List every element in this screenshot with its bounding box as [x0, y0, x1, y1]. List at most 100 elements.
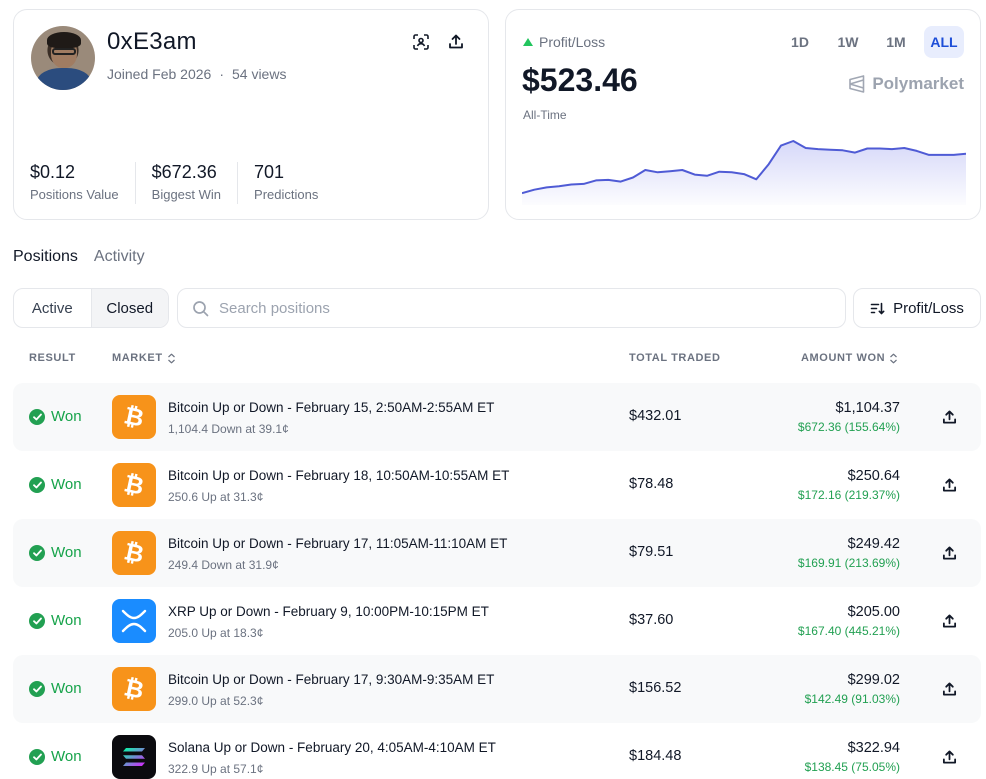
result-label: Won [51, 748, 82, 765]
stat-label: Positions Value [30, 187, 119, 202]
header-amount-won[interactable]: AMOUNT WON [801, 352, 898, 364]
header-market[interactable]: MARKET [112, 352, 176, 364]
bitcoin-icon: ₿ [112, 667, 156, 711]
range-1d[interactable]: 1D [780, 26, 820, 58]
table-row[interactable]: Won ₿ Bitcoin Up or Down - February 15, … [13, 383, 981, 451]
polymarket-logo-icon [849, 75, 865, 93]
profit-percent: $169.91 (213.69%) [797, 556, 900, 570]
username: 0xE3am [107, 28, 197, 55]
market-title[interactable]: Bitcoin Up or Down - February 17, 9:30AM… [168, 672, 494, 687]
share-icon[interactable] [939, 747, 959, 767]
profit-loss-card: Profit/Loss $523.46 All-Time 1D 1W 1M AL… [505, 9, 981, 220]
stat-value: $0.12 [30, 162, 76, 182]
tab-positions[interactable]: Positions [13, 248, 78, 266]
header-total-traded: TOTAL TRADED [629, 352, 721, 364]
amount-won: $322.94 [847, 740, 900, 756]
amount-won: $299.02 [847, 672, 900, 688]
table-row[interactable]: Won Solana Up or Down - February 20, 4:0… [13, 723, 981, 779]
svg-text:₿: ₿ [123, 404, 145, 430]
tab-activity[interactable]: Activity [94, 248, 145, 266]
result-badge: Won [29, 476, 82, 493]
svg-text:₿: ₿ [123, 472, 145, 498]
bitcoin-icon: ₿ [112, 463, 156, 507]
check-circle-icon [29, 544, 45, 561]
header-amount-won-label: AMOUNT WON [801, 352, 886, 364]
range-1w[interactable]: 1W [828, 26, 868, 58]
header-result-label: RESULT [29, 352, 76, 364]
market-title[interactable]: Bitcoin Up or Down - February 18, 10:50A… [168, 468, 509, 483]
profit-percent: $672.36 (155.64%) [797, 420, 900, 434]
share-icon[interactable] [939, 679, 959, 699]
market-position: 1,104.4 Down at 39.1¢ [168, 422, 289, 436]
status-toggle: Active Closed [13, 288, 169, 328]
table-row[interactable]: Won ₿ Bitcoin Up or Down - February 18, … [13, 451, 981, 519]
avatar[interactable] [31, 26, 95, 90]
share-icon[interactable] [939, 611, 959, 631]
result-badge: Won [29, 612, 82, 629]
total-traded: $37.60 [629, 612, 674, 628]
pnl-label: Profit/Loss [539, 34, 606, 50]
market-title[interactable]: Solana Up or Down - February 20, 4:05AM-… [168, 740, 496, 755]
result-badge: Won [29, 544, 82, 561]
share-icon[interactable] [445, 31, 467, 53]
solana-icon [112, 735, 156, 779]
stat-value: 701 [254, 162, 285, 182]
bitcoin-icon: ₿ [112, 531, 156, 575]
market-position: 299.0 Up at 52.3¢ [168, 694, 264, 708]
market-title[interactable]: Bitcoin Up or Down - February 15, 2:50AM… [168, 400, 494, 415]
stat-value: $672.36 [151, 162, 217, 182]
range-selector: 1D 1W 1M ALL [780, 26, 964, 58]
check-circle-icon [29, 680, 45, 697]
brand-name: Polymarket [872, 74, 964, 93]
profile-card: 0xE3am Joined Feb 2026 · 54 views $0.12 Po… [13, 9, 489, 220]
share-icon[interactable] [939, 543, 959, 563]
share-icon[interactable] [939, 407, 959, 427]
table-row[interactable]: Won ₿ Bitcoin Up or Down - February 17, … [13, 655, 981, 723]
pnl-chart [522, 140, 966, 205]
market-title[interactable]: Bitcoin Up or Down - February 17, 11:05A… [168, 536, 507, 551]
profit-percent: $172.16 (219.37%) [797, 488, 900, 502]
filter-active[interactable]: Active [14, 289, 91, 327]
xrp-icon [112, 599, 156, 643]
result-label: Won [51, 544, 82, 561]
profit-percent: $138.45 (75.05%) [804, 760, 900, 774]
amount-won: $1,104.37 [835, 400, 900, 416]
svg-text:₿: ₿ [123, 540, 145, 566]
meta-separator: · [219, 66, 224, 82]
market-position: 250.6 Up at 31.3¢ [168, 490, 264, 504]
market-title[interactable]: XRP Up or Down - February 9, 10:00PM-10:… [168, 604, 489, 619]
content-tabs: Positions Activity [13, 248, 145, 266]
market-position: 322.9 Up at 57.1¢ [168, 762, 264, 776]
stat-predictions: 701 Predictions [254, 162, 334, 204]
range-all[interactable]: ALL [924, 26, 964, 58]
result-label: Won [51, 612, 82, 629]
total-traded: $184.48 [629, 748, 682, 764]
filter-closed[interactable]: Closed [90, 289, 168, 327]
search-input[interactable] [219, 299, 819, 317]
qr-scan-icon[interactable] [410, 31, 432, 53]
table-row[interactable]: Won XRP Up or Down - February 9, 10:00PM… [13, 587, 981, 655]
total-traded: $79.51 [629, 544, 674, 560]
sort-button[interactable]: Profit/Loss [853, 288, 981, 328]
stat-label: Predictions [254, 187, 319, 202]
bitcoin-icon: ₿ [112, 395, 156, 439]
header-result: RESULT [29, 352, 76, 364]
result-badge: Won [29, 408, 82, 425]
header-market-label: MARKET [112, 352, 163, 364]
svg-text:₿: ₿ [123, 676, 145, 702]
result-badge: Won [29, 748, 82, 765]
result-badge: Won [29, 680, 82, 697]
check-circle-icon [29, 748, 45, 765]
table-row[interactable]: Won ₿ Bitcoin Up or Down - February 17, … [13, 519, 981, 587]
pnl-area [522, 141, 966, 205]
check-circle-icon [29, 408, 45, 425]
header-total-traded-label: TOTAL TRADED [629, 352, 721, 364]
profit-percent: $142.49 (91.03%) [804, 692, 900, 706]
up-triangle-icon [523, 38, 533, 46]
market-position: 205.0 Up at 18.3¢ [168, 626, 264, 640]
share-icon[interactable] [939, 475, 959, 495]
range-1m[interactable]: 1M [876, 26, 916, 58]
market-position: 249.4 Down at 31.9¢ [168, 558, 279, 572]
total-traded: $156.52 [629, 680, 682, 696]
stat-biggest-win: $672.36 Biggest Win [151, 162, 239, 204]
